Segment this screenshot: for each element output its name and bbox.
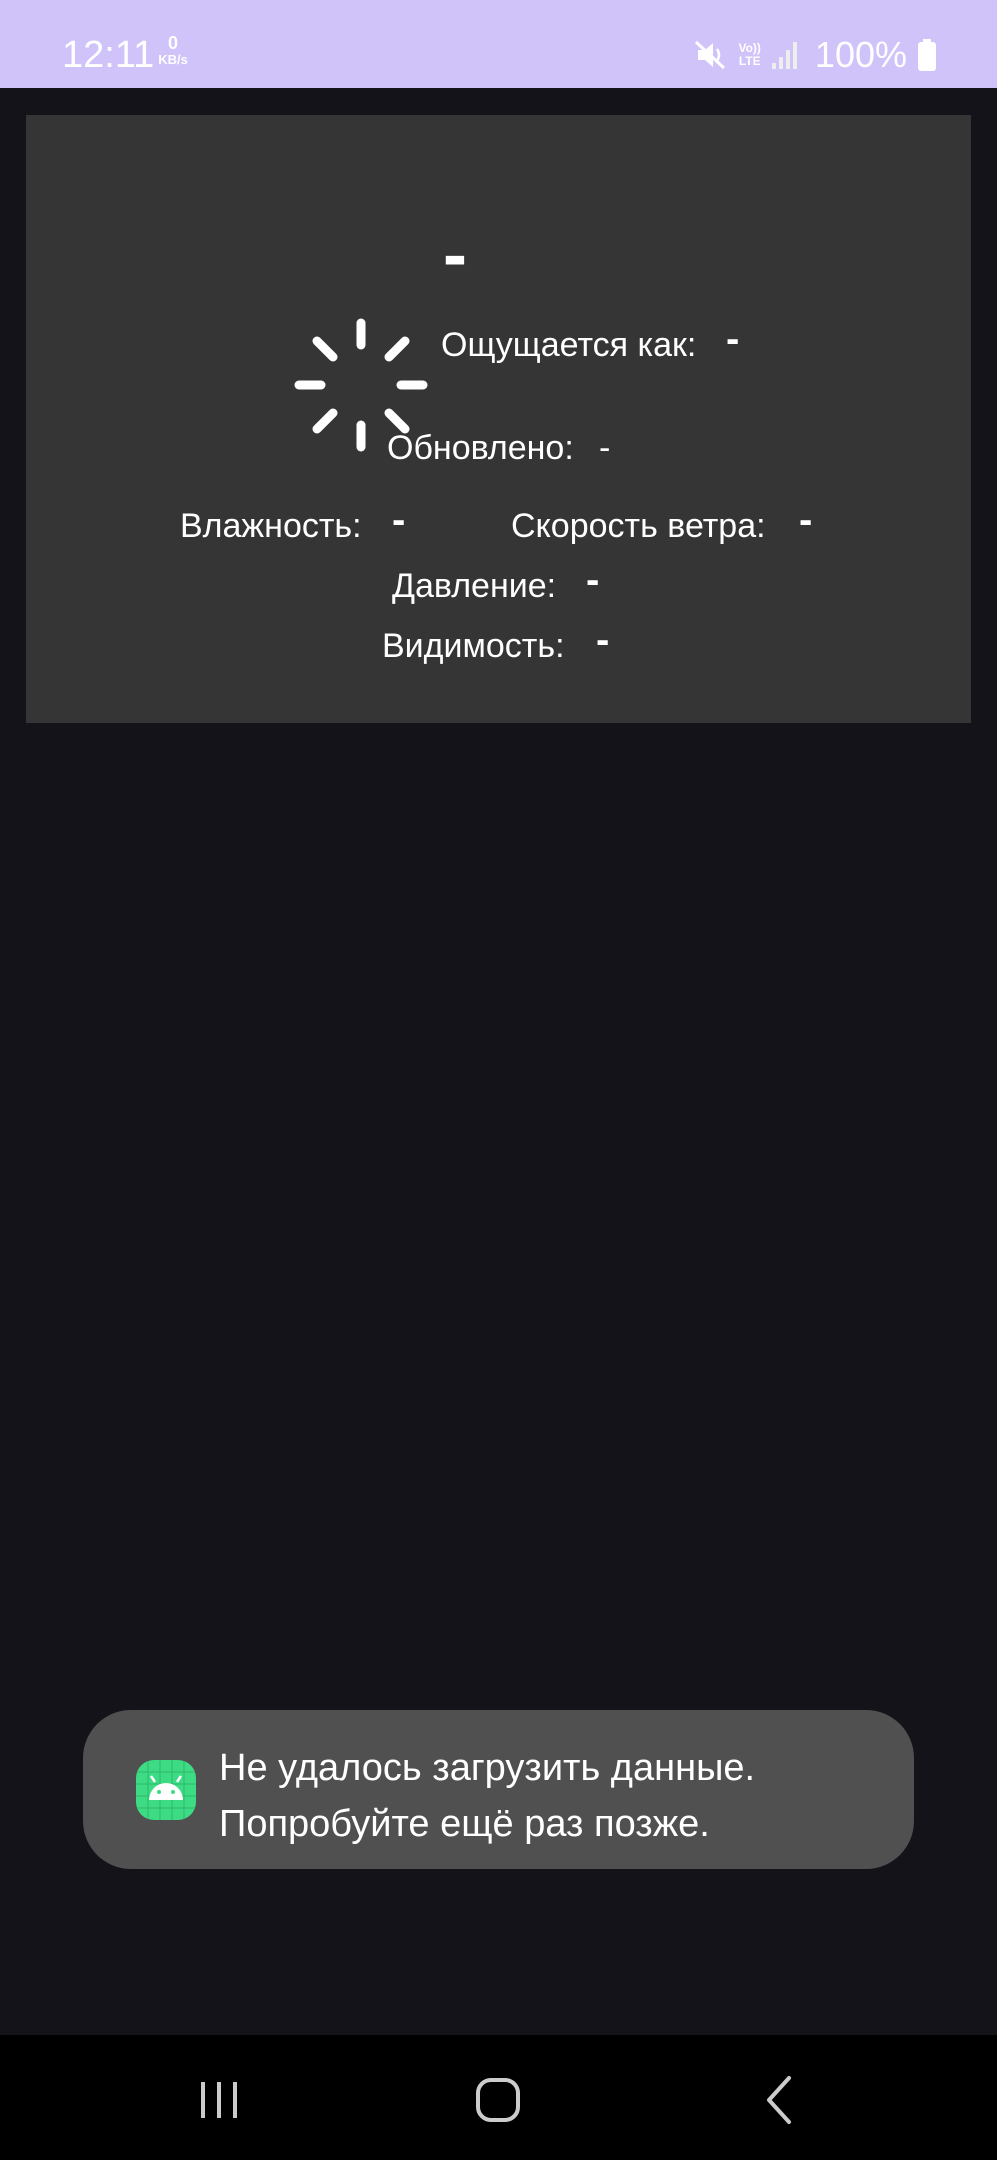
battery-icon bbox=[918, 39, 936, 71]
pressure-value: - bbox=[586, 558, 600, 602]
mute-icon bbox=[695, 40, 726, 70]
humidity-value: - bbox=[392, 498, 406, 542]
battery-percent: 100% bbox=[814, 34, 907, 75]
toast-message: Не удалось загрузить данные. Попробуйте … bbox=[219, 1740, 755, 1852]
updated-value: - bbox=[599, 429, 611, 467]
feels-like-label: Ощущается как: bbox=[441, 326, 697, 364]
network-speed-value: 0 bbox=[167, 33, 178, 53]
updated-label: Обновлено: bbox=[387, 429, 574, 467]
status-time: 12:11 bbox=[62, 34, 155, 76]
home-icon[interactable] bbox=[453, 2060, 543, 2140]
signal-icon bbox=[771, 42, 797, 69]
visibility-label: Видимость: bbox=[382, 627, 565, 665]
status-icons: Vo)) LTE 100% bbox=[684, 30, 937, 80]
wind-value: - bbox=[799, 498, 813, 542]
pressure-label: Давление: bbox=[392, 567, 557, 605]
wind-label: Скорость ветра: bbox=[511, 507, 766, 545]
volte-line2: LTE bbox=[738, 54, 761, 68]
recent-apps-icon[interactable] bbox=[174, 2060, 264, 2140]
error-toast: Не удалось загрузить данные. Попробуйте … bbox=[83, 1710, 914, 1869]
network-speed-unit: KB/s bbox=[158, 52, 188, 67]
status-bar: 12:11 0 KB/s Vo)) LTE 100% bbox=[0, 0, 997, 88]
toast-line-2: Попробуйте ещё раз позже. bbox=[219, 1803, 710, 1845]
navigation-bar bbox=[0, 2035, 997, 2160]
humidity-label: Влажность: bbox=[180, 507, 362, 545]
volte-icon: Vo)) LTE bbox=[738, 42, 760, 68]
toast-line-1: Не удалось загрузить данные. bbox=[219, 1747, 756, 1789]
network-speed: 0 KB/s bbox=[153, 34, 193, 67]
feels-like-value: - bbox=[726, 317, 740, 361]
android-app-icon bbox=[136, 1760, 196, 1820]
visibility-value: - bbox=[596, 618, 610, 662]
back-icon[interactable] bbox=[733, 2060, 823, 2140]
temperature-value: - bbox=[443, 215, 467, 295]
weather-card: - Ощущается как: - Обновлено: - Влажност… bbox=[26, 115, 971, 723]
